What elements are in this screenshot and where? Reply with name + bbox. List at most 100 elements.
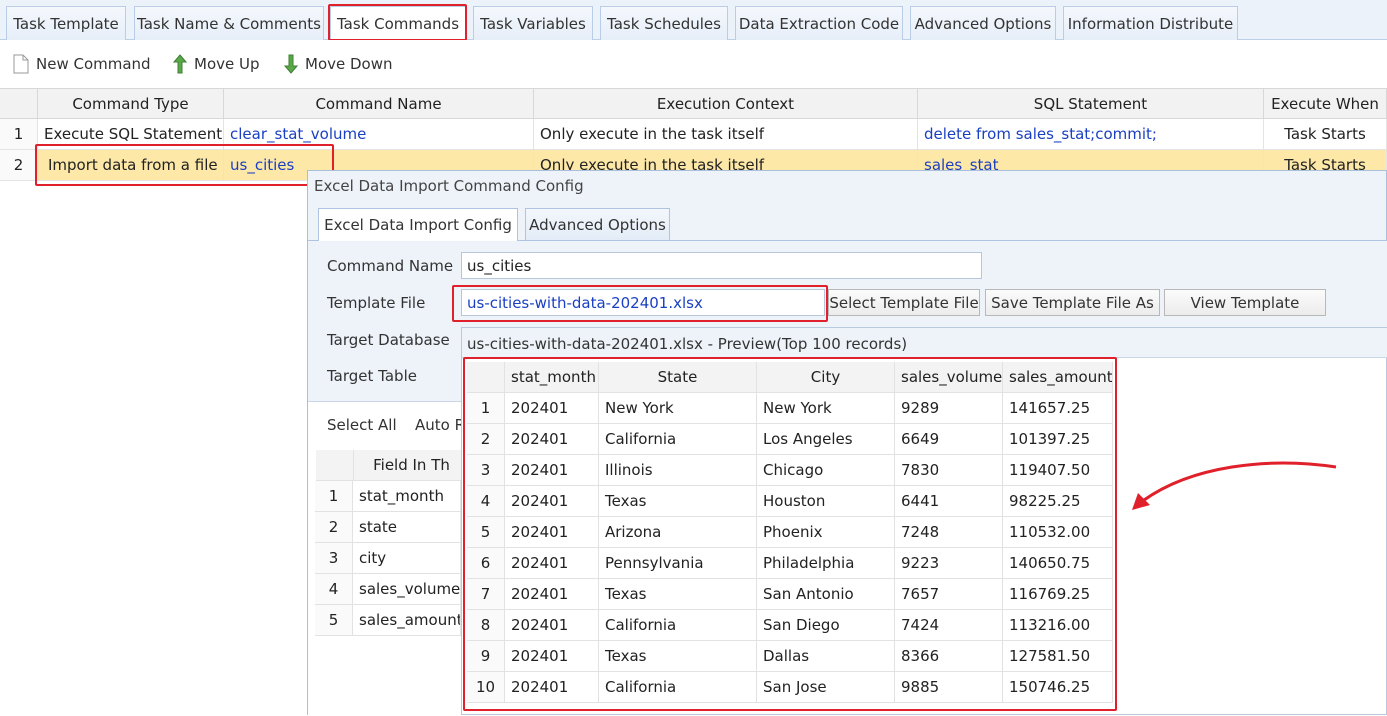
- preview-cell: 6441: [895, 486, 1003, 517]
- field-grid-header: Field In Th: [354, 450, 464, 481]
- preview-cell: Philadelphia: [757, 548, 895, 579]
- preview-cell: Houston: [757, 486, 895, 517]
- preview-cell: 119407.50: [1003, 455, 1113, 486]
- preview-cell: New York: [599, 393, 757, 424]
- preview-cell: Chicago: [757, 455, 895, 486]
- field-name-cell: sales_volume: [353, 574, 461, 605]
- field-name-cell: sales_amount: [353, 605, 461, 636]
- view-template-button[interactable]: View Template: [1164, 289, 1326, 316]
- row-number: 9: [467, 641, 505, 672]
- preview-header-1[interactable]: stat_month: [505, 362, 599, 393]
- tab-task-schedules[interactable]: Task Schedules: [600, 6, 728, 40]
- grid-header-execute-when[interactable]: Execute When: [1264, 88, 1387, 119]
- preview-cell: Texas: [599, 641, 757, 672]
- preview-cell: Dallas: [757, 641, 895, 672]
- preview-cell: 113216.00: [1003, 610, 1113, 641]
- tab-information-distribute[interactable]: Information Distribute: [1063, 6, 1238, 40]
- grid-header-command-type[interactable]: Command Type: [38, 88, 224, 119]
- preview-cell: Illinois: [599, 455, 757, 486]
- template-file-input[interactable]: us-cities-with-data-202401.xlsx: [461, 289, 825, 316]
- preview-cell: San Jose: [757, 672, 895, 703]
- template-file-label: Template File: [327, 294, 426, 312]
- row-number: 8: [467, 610, 505, 641]
- preview-cell: San Diego: [757, 610, 895, 641]
- preview-header-2[interactable]: State: [599, 362, 757, 393]
- preview-cell: 202401: [505, 548, 599, 579]
- preview-cell: New York: [757, 393, 895, 424]
- row-number: 7: [467, 579, 505, 610]
- field-grid-header-rownum: [316, 450, 354, 481]
- move-down-button[interactable]: Move Down: [283, 52, 393, 76]
- row-number: 3: [315, 543, 353, 574]
- preview-cell: Arizona: [599, 517, 757, 548]
- tab-excel-import-config[interactable]: Excel Data Import Config: [318, 208, 518, 241]
- tab-task-name-comments[interactable]: Task Name & Comments: [134, 6, 324, 40]
- preview-cell: 202401: [505, 641, 599, 672]
- target-database-label: Target Database: [327, 331, 450, 349]
- row-number: 6: [467, 548, 505, 579]
- save-template-file-as-button[interactable]: Save Template File As: [985, 289, 1160, 316]
- preview-cell: 8366: [895, 641, 1003, 672]
- preview-cell: 9223: [895, 548, 1003, 579]
- preview-cell: 127581.50: [1003, 641, 1113, 672]
- preview-header-4[interactable]: sales_volume: [895, 362, 1003, 393]
- move-up-button[interactable]: Move Up: [172, 52, 260, 76]
- row-number: 4: [315, 574, 353, 605]
- tab-task-variables[interactable]: Task Variables: [473, 6, 593, 40]
- preview-cell: 101397.25: [1003, 424, 1113, 455]
- tab-dialog-advanced-options[interactable]: Advanced Options: [525, 208, 670, 240]
- preview-cell: 202401: [505, 610, 599, 641]
- row-number: 5: [467, 517, 505, 548]
- field-name-cell: city: [353, 543, 461, 574]
- preview-cell: 202401: [505, 672, 599, 703]
- preview-cell: 202401: [505, 393, 599, 424]
- command-name-label: Command Name: [327, 257, 454, 275]
- main-tab-bar: Task Template Task Name & Comments Task …: [0, 0, 1387, 41]
- preview-cell: 7424: [895, 610, 1003, 641]
- preview-header-3[interactable]: City: [757, 362, 895, 393]
- row-number: 1: [315, 481, 353, 512]
- preview-cell: 141657.25: [1003, 393, 1113, 424]
- grid-header-execution-context[interactable]: Execution Context: [534, 88, 918, 119]
- grid-header-command-name[interactable]: Command Name: [224, 88, 534, 119]
- row-number: 3: [467, 455, 505, 486]
- tab-advanced-options[interactable]: Advanced Options: [910, 6, 1056, 40]
- preview-cell: 116769.25: [1003, 579, 1113, 610]
- new-command-button[interactable]: New Command: [12, 52, 151, 76]
- preview-cell: 98225.25: [1003, 486, 1113, 517]
- command-name-link[interactable]: clear_stat_volume: [224, 119, 534, 150]
- select-template-file-button[interactable]: Select Template File: [828, 289, 980, 316]
- preview-cell: 140650.75: [1003, 548, 1113, 579]
- preview-cell: California: [599, 672, 757, 703]
- preview-cell: 110532.00: [1003, 517, 1113, 548]
- command-type-cell: Execute SQL Statements: [38, 119, 224, 150]
- row-number: 5: [315, 605, 353, 636]
- sql-statement-link[interactable]: delete from sales_stat;commit;: [918, 119, 1264, 150]
- select-all-button[interactable]: Select All: [327, 416, 397, 434]
- auto-button[interactable]: Auto R: [415, 416, 465, 434]
- row-number: 2: [0, 150, 38, 181]
- preview-header-5[interactable]: sales_amount: [1003, 362, 1113, 393]
- preview-cell: San Antonio: [757, 579, 895, 610]
- row-number: 2: [467, 424, 505, 455]
- execute-when-cell: Task Starts: [1264, 119, 1387, 150]
- tab-task-template[interactable]: Task Template: [6, 6, 126, 40]
- preview-header-rownum: [467, 362, 505, 393]
- preview-cell: 202401: [505, 424, 599, 455]
- grid-header-sql-statement[interactable]: SQL Statement: [918, 88, 1264, 119]
- preview-cell: Phoenix: [757, 517, 895, 548]
- preview-cell: Pennsylvania: [599, 548, 757, 579]
- toolbar: New Command Move Up Move Down: [0, 40, 1387, 88]
- tab-task-commands[interactable]: Task Commands: [330, 6, 466, 41]
- preview-cell: Texas: [599, 486, 757, 517]
- preview-cell: 202401: [505, 579, 599, 610]
- preview-cell: California: [599, 424, 757, 455]
- row-number: 1: [0, 119, 38, 150]
- row-number: 4: [467, 486, 505, 517]
- preview-cell: 202401: [505, 517, 599, 548]
- field-name-cell: state: [353, 512, 461, 543]
- arrow-down-icon: [283, 54, 299, 74]
- command-name-input[interactable]: us_cities: [461, 252, 982, 279]
- grid-header-rownum: [0, 88, 38, 119]
- tab-data-extraction-code[interactable]: Data Extraction Code: [735, 6, 903, 40]
